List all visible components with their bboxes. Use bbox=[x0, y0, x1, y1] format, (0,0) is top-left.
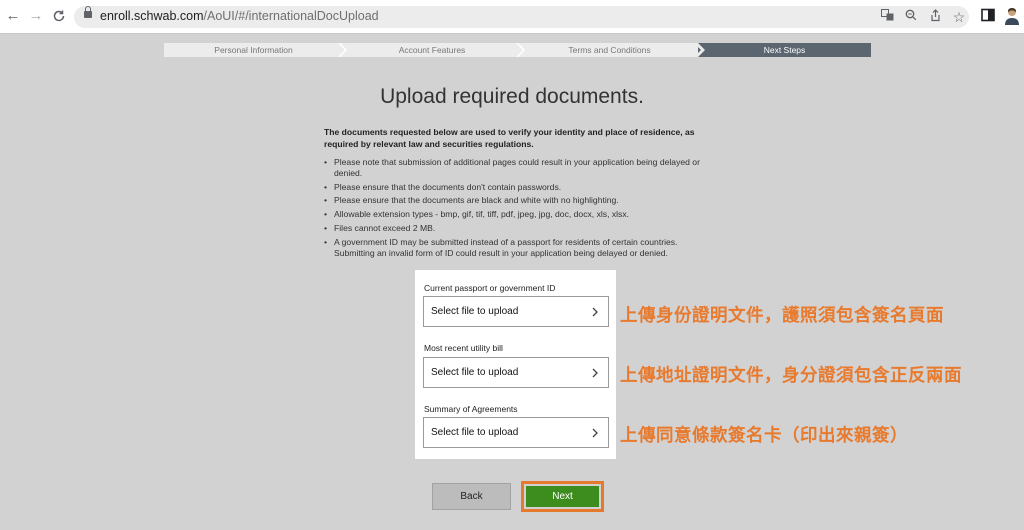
progress-steps: Personal Information Account Features Te… bbox=[164, 43, 871, 57]
annotation-utility-bill: 上傳地址證明文件，身分證須包含正反兩面 bbox=[620, 365, 962, 385]
agreements-label: Summary of Agreements bbox=[424, 404, 518, 414]
address-bar[interactable]: enroll.schwab.com/AoUI/#/internationalDo… bbox=[74, 6, 969, 28]
upload-button-label: Select file to upload bbox=[431, 306, 519, 317]
step-next-steps: Next Steps bbox=[698, 43, 871, 57]
upload-button-label: Select file to upload bbox=[431, 367, 519, 378]
next-button[interactable]: Next bbox=[526, 486, 599, 507]
step-account-features: Account Features bbox=[398, 45, 466, 55]
intro-text: The documents requested below are used t… bbox=[324, 127, 695, 149]
translate-icon[interactable] bbox=[879, 9, 895, 25]
back-arrow-icon[interactable]: ← bbox=[4, 7, 22, 25]
list-item: A government ID may be submitted instead… bbox=[324, 237, 709, 259]
forward-arrow-icon[interactable]: → bbox=[27, 7, 45, 25]
lock-icon bbox=[84, 6, 92, 18]
list-item: Allowable extension types - bmp, gif, ti… bbox=[324, 209, 709, 220]
share-icon[interactable] bbox=[927, 9, 943, 25]
sidebar-icon[interactable] bbox=[981, 8, 997, 24]
chevron-right-icon bbox=[592, 428, 598, 438]
browser-toolbar: ← → enroll.schwab.com/AoUI/#/internation… bbox=[0, 0, 1024, 34]
list-item: Please note that submission of additiona… bbox=[324, 157, 709, 179]
step-terms-and-conditions: Terms and Conditions bbox=[568, 45, 651, 55]
list-item: Please ensure that the documents are bla… bbox=[324, 195, 709, 206]
passport-label: Current passport or government ID bbox=[424, 283, 556, 293]
page-title: Upload required documents. bbox=[380, 85, 644, 108]
list-item: Please ensure that the documents don't c… bbox=[324, 182, 709, 193]
url-text: enroll.schwab.com/AoUI/#/internationalDo… bbox=[100, 9, 379, 23]
back-button[interactable]: Back bbox=[432, 483, 511, 510]
annotation-passport: 上傳身份證明文件，護照須包含簽名頁面 bbox=[620, 305, 944, 325]
agreements-upload-button[interactable]: Select file to upload bbox=[423, 417, 609, 448]
annotation-agreements: 上傳同意條款簽名卡（印出來親簽） bbox=[620, 425, 908, 445]
zoom-icon[interactable] bbox=[903, 9, 919, 25]
upload-button-label: Select file to upload bbox=[431, 427, 519, 438]
chevron-right-icon bbox=[592, 307, 598, 317]
passport-upload-button[interactable]: Select file to upload bbox=[423, 296, 609, 327]
utility-bill-label: Most recent utility bill bbox=[424, 343, 503, 353]
bookmark-star-icon[interactable]: ☆ bbox=[951, 9, 967, 25]
utility-bill-upload-button[interactable]: Select file to upload bbox=[423, 357, 609, 388]
step-personal-information: Personal Information bbox=[214, 45, 293, 55]
list-item: Files cannot exceed 2 MB. bbox=[324, 223, 709, 234]
requirements-list: Please note that submission of additiona… bbox=[324, 157, 709, 261]
upload-card: Current passport or government ID Select… bbox=[415, 270, 616, 459]
profile-avatar-icon[interactable] bbox=[1003, 6, 1019, 25]
step-separator-icon bbox=[694, 43, 705, 57]
reload-icon[interactable] bbox=[50, 7, 68, 25]
chevron-right-icon bbox=[592, 368, 598, 378]
